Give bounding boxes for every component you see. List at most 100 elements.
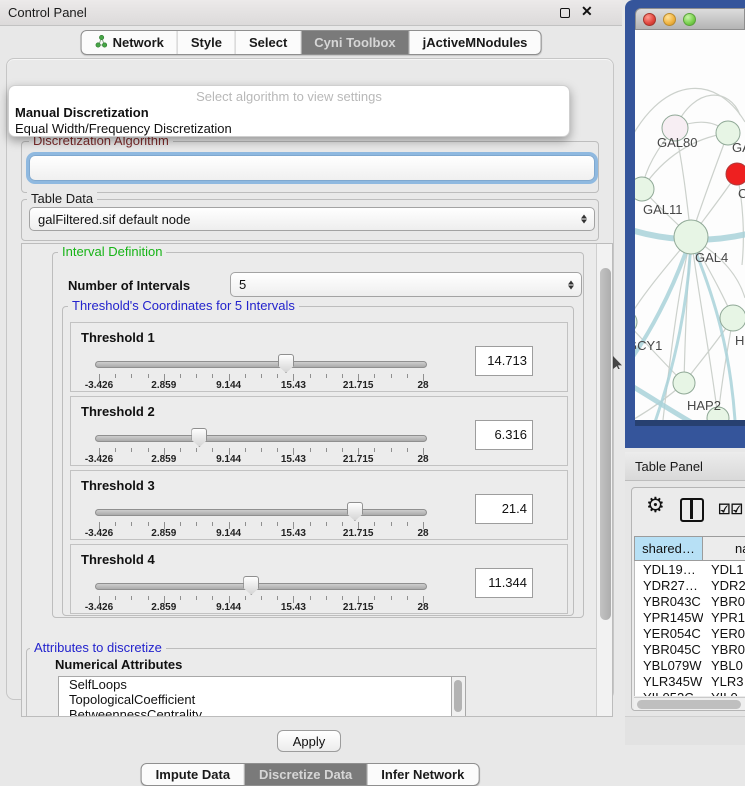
slider-tick — [326, 448, 327, 452]
slider-tick — [245, 374, 246, 378]
table-row[interactable]: YDR27…YDR2 — [635, 577, 745, 593]
slider-tick — [115, 522, 116, 526]
attribute-list-item[interactable]: TopologicalCoefficient — [59, 692, 451, 707]
close-icon[interactable]: ✕ — [581, 3, 593, 20]
cell-name: YDR2 — [703, 577, 745, 593]
attribute-list-item[interactable]: BetweennessCentrality — [59, 707, 451, 717]
threshold-slider-thumb[interactable] — [243, 576, 259, 595]
cell-name: YDL1 — [703, 561, 745, 577]
slider-tick — [196, 596, 197, 600]
network-node[interactable] — [726, 163, 745, 185]
slider-tick — [148, 448, 149, 452]
slider-tick-label: 15.43 — [281, 602, 306, 613]
column-header-name[interactable]: na — [703, 537, 745, 560]
network-node-label: GAL4 — [695, 250, 728, 265]
slider-tick — [115, 596, 116, 600]
cell-shared-name: YPR145W — [635, 609, 703, 625]
table-panel-body: ⚙ ☑☑ shared… na YDL19…YDL1YDR27…YDR2YBR0… — [631, 487, 745, 711]
slider-tick — [277, 596, 278, 600]
attributes-list-scrollbar[interactable] — [452, 676, 466, 717]
cell-name: YLR3 — [703, 673, 745, 689]
tab-select[interactable]: Select — [236, 31, 301, 54]
checkboxes-icon[interactable]: ☑☑ — [718, 501, 743, 518]
algorithm-option-equal-width-frequency[interactable]: Equal Width/Frequency Discretization — [15, 121, 232, 136]
network-node-label: GAL11 — [643, 202, 683, 217]
slider-tick — [131, 374, 132, 378]
threshold-slider-thumb[interactable] — [347, 502, 363, 521]
bottom-tab-discretize-data[interactable]: Discretize Data — [245, 764, 367, 785]
network-node[interactable] — [673, 372, 695, 394]
number-of-intervals-select[interactable]: 5 — [230, 272, 582, 297]
threshold-slider-track[interactable] — [95, 583, 427, 590]
slider-tick — [212, 522, 213, 526]
table-row[interactable]: YBR045CYBR0 — [635, 641, 745, 657]
apply-button[interactable]: Apply — [277, 730, 341, 752]
tab-network[interactable]: Network — [82, 31, 178, 54]
threshold-3-panel: Threshold 3-3.4262.8599.14415.4321.71528… — [70, 470, 568, 540]
threshold-slider-thumb[interactable] — [191, 428, 207, 447]
network-node[interactable] — [635, 177, 654, 201]
attributes-group-title: Attributes to discretize — [30, 641, 166, 654]
node-table: shared… na YDL19…YDL1YDR27…YDR2YBR043CYB… — [634, 536, 745, 696]
threshold-slider-track[interactable] — [95, 435, 427, 442]
threshold-slider-thumb[interactable] — [278, 354, 294, 373]
network-node[interactable] — [720, 305, 745, 331]
slider-tick — [261, 522, 262, 526]
table-row[interactable]: YBL079WYBL0 — [635, 657, 745, 673]
table-row[interactable]: YDL19…YDL1 — [635, 561, 745, 577]
threshold-slider-track[interactable] — [95, 361, 427, 368]
slider-tick — [212, 374, 213, 378]
algorithm-option-manual-discretization[interactable]: Manual Discretization — [15, 105, 149, 120]
threshold-value-field[interactable]: 21.4 — [475, 494, 533, 524]
network-window-titlebar[interactable] — [635, 8, 745, 30]
threshold-value-field[interactable]: 14.713 — [475, 346, 533, 376]
tab-cyni-toolbox[interactable]: Cyni Toolbox — [301, 31, 409, 54]
network-node[interactable] — [635, 311, 637, 333]
slider-tick-label: 9.144 — [216, 380, 241, 391]
table-panel: Table Panel ⚙ ☑☑ shared… na YDL19…YDL1YD… — [625, 452, 745, 745]
slider-tick — [148, 522, 149, 526]
table-row[interactable]: YBR043CYBR0 — [635, 593, 745, 609]
threshold-value-field[interactable]: 6.316 — [475, 420, 533, 450]
threshold-slider-track[interactable] — [95, 509, 427, 516]
threshold-value-field[interactable]: 11.344 — [475, 568, 533, 598]
slider-tick — [180, 522, 181, 526]
slider-tick-label: 21.715 — [343, 528, 374, 539]
slider-tick — [261, 374, 262, 378]
tab-label: jActiveMNodules — [423, 35, 528, 50]
cell-shared-name: YER054C — [635, 625, 703, 641]
table-row[interactable]: YLR345WYLR3 — [635, 673, 745, 689]
mac-close-button[interactable] — [643, 13, 656, 26]
bottom-tab-impute-data[interactable]: Impute Data — [142, 764, 245, 785]
float-window-icon[interactable] — [560, 8, 570, 18]
numerical-attributes-list[interactable]: SelfLoopsTopologicalCoefficientBetweenne… — [58, 676, 452, 717]
slider-tick-label: 21.715 — [343, 380, 374, 391]
tab-style[interactable]: Style — [178, 31, 236, 54]
control-panel-title: Control Panel — [8, 5, 87, 20]
slider-tick-label: -3.426 — [85, 602, 113, 613]
network-canvas[interactable]: GAL80GACGAL11GAL4GCY1HHAP2 — [635, 30, 745, 420]
table-horizontal-scrollbar[interactable] — [634, 697, 745, 710]
slider-tick — [131, 448, 132, 452]
column-header-shared-name[interactable]: shared… — [635, 537, 703, 560]
threshold-label: Threshold 4 — [81, 552, 155, 567]
columns-icon[interactable] — [680, 498, 704, 522]
algorithm-select[interactable] — [29, 155, 595, 181]
mac-minimize-button[interactable] — [663, 13, 676, 26]
table-row[interactable]: YER054CYER0 — [635, 625, 745, 641]
settings-vertical-scrollbar[interactable] — [596, 244, 613, 717]
mac-zoom-button[interactable] — [683, 13, 696, 26]
gear-icon[interactable]: ⚙ — [646, 493, 665, 518]
cell-shared-name: YBR043C — [635, 593, 703, 609]
slider-tick — [212, 448, 213, 452]
tab-label: Cyni Toolbox — [314, 35, 395, 50]
attribute-list-item[interactable]: SelfLoops — [59, 677, 451, 692]
table-panel-titlebar: Table Panel — [625, 452, 745, 481]
table-row[interactable]: YPR145WYPR1 — [635, 609, 745, 625]
tab-jactivemnodules[interactable]: jActiveMNodules — [410, 31, 541, 54]
cell-shared-name: YBR045C — [635, 641, 703, 657]
table-data-select[interactable]: galFiltered.sif default node — [29, 207, 595, 231]
table-row[interactable]: YIL052CYIL0 — [635, 689, 745, 696]
bottom-tab-infer-network[interactable]: Infer Network — [367, 764, 478, 785]
network-node[interactable] — [674, 220, 708, 254]
